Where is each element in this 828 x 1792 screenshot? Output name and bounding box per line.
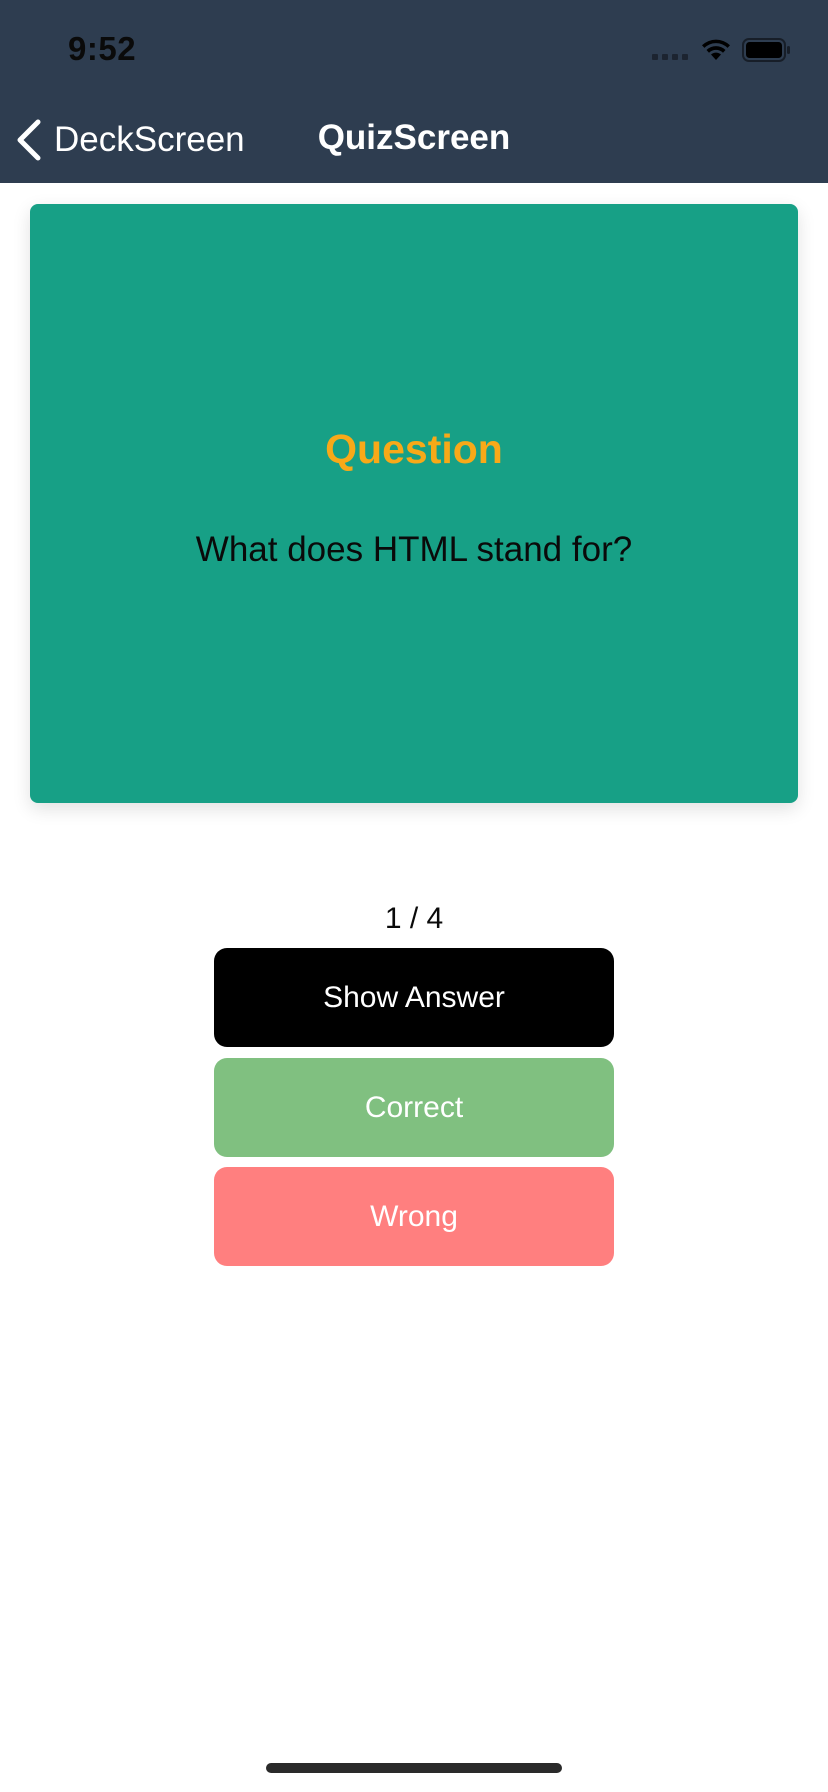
battery-icon	[742, 38, 790, 62]
correct-button[interactable]: Correct	[214, 1058, 614, 1157]
quiz-progress: 1 / 4	[384, 902, 444, 935]
home-indicator[interactable]	[266, 1763, 562, 1773]
page-title: QuizScreen	[317, 118, 511, 157]
quiz-screen: 9:52 DeckScreen QuizScreen Question What…	[0, 0, 828, 1792]
wrong-button[interactable]: Wrong	[214, 1167, 614, 1266]
status-bar-time: 9:52	[68, 30, 137, 67]
wifi-icon	[702, 39, 730, 60]
cellular-signal-icon	[652, 52, 690, 60]
flash-card: Question What does HTML stand for?	[30, 204, 798, 803]
card-heading: Question	[325, 426, 503, 472]
show-answer-button[interactable]: Show Answer	[214, 948, 614, 1047]
app-header: 9:52 DeckScreen QuizScreen	[0, 0, 828, 183]
card-question-text: What does HTML stand for?	[195, 530, 633, 569]
